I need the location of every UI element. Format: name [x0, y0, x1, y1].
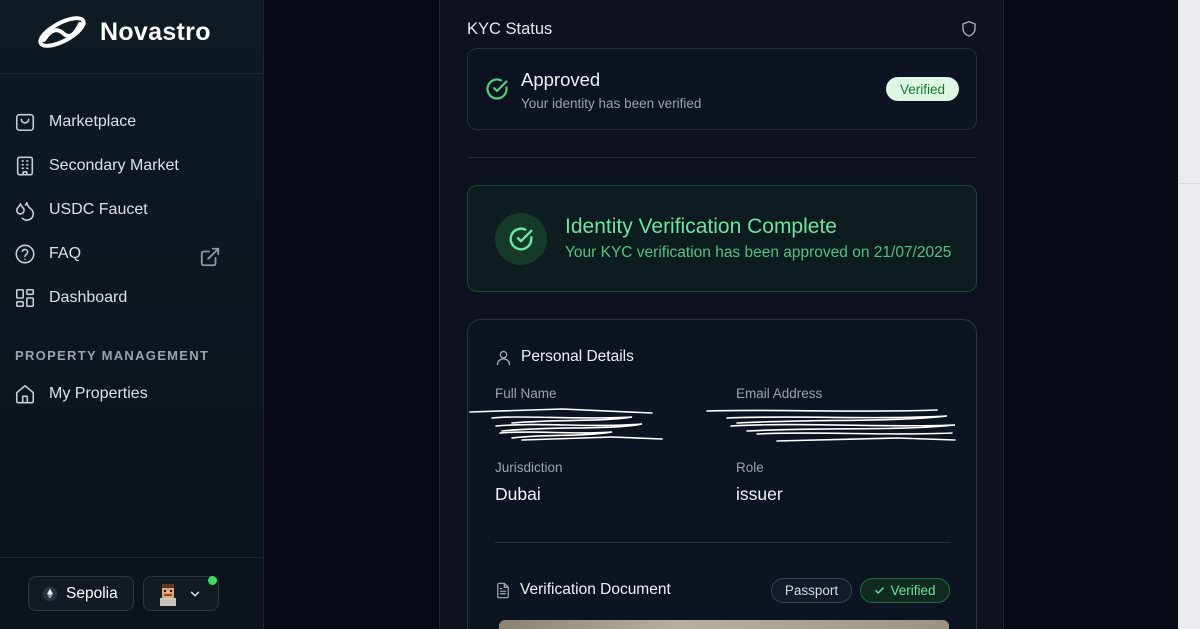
file-text-icon [497, 582, 509, 598]
droplets-icon [15, 201, 35, 221]
check-circle-icon [486, 78, 508, 100]
sidebar-item-my-properties[interactable]: My Properties [0, 372, 264, 416]
shield-icon [962, 20, 976, 37]
redacted-full-name [469, 408, 663, 441]
status-subtitle: Your identity has been verified [521, 96, 702, 111]
user-icon [496, 350, 511, 365]
shopping-bag-icon [15, 113, 35, 132]
details-divider [495, 542, 951, 543]
sidebar: Novastro Marketplace Secondary Market US… [0, 0, 264, 629]
document-status-badge: Verified [860, 578, 950, 603]
sidebar-item-label: FAQ [49, 245, 82, 262]
sidebar-item-label: Secondary Market [49, 157, 179, 174]
section-divider [467, 157, 977, 158]
sidebar-item-secondary-market[interactable]: Secondary Market [0, 144, 264, 188]
document-status-label: Verified [890, 583, 936, 598]
role-value: issuer [736, 484, 783, 504]
online-status-dot [208, 576, 217, 585]
sidebar-item-faq[interactable]: FAQ [0, 232, 264, 276]
chevron-down-icon [190, 591, 200, 596]
brand-divider [0, 73, 263, 74]
verification-document-header: Verification Document [495, 581, 671, 599]
sidebar-item-dashboard[interactable]: Dashboard [0, 276, 264, 320]
sidebar-item-label: USDC Faucet [49, 201, 148, 218]
document-type-badge: Passport [771, 578, 852, 603]
sidebar-item-usdc-faucet[interactable]: USDC Faucet [0, 188, 264, 232]
check-circle-icon [509, 227, 533, 251]
sidebar-item-label: My Properties [49, 385, 148, 402]
background-window-edge [1178, 0, 1200, 629]
check-icon [875, 587, 885, 594]
network-label: Sepolia [66, 584, 118, 602]
kyc-status-title: KYC Status [467, 20, 553, 38]
home-icon [15, 384, 35, 404]
background-divider [1178, 183, 1200, 184]
layout-grid-icon [15, 288, 35, 308]
sidebar-item-label: Dashboard [49, 289, 128, 306]
personal-details-card: Personal Details Full Name Email Address… [467, 319, 977, 629]
jurisdiction-label: Jurisdiction [495, 460, 563, 475]
avatar [156, 581, 180, 606]
verification-complete-title: Identity Verification Complete [565, 215, 837, 238]
building-icon [16, 156, 34, 176]
kyc-panel: KYC Status Approved Your identity has be… [439, 0, 1004, 629]
document-preview-image[interactable] [499, 620, 949, 629]
verification-document-title: Verification Document [520, 581, 671, 598]
network-selector-button[interactable]: Sepolia [28, 576, 134, 611]
account-menu-button[interactable] [143, 576, 219, 611]
redacted-email-address [706, 409, 956, 442]
email-address-label: Email Address [736, 386, 823, 401]
sidebar-item-label: Marketplace [49, 113, 137, 130]
main-nav: Marketplace Secondary Market USDC Faucet… [0, 100, 264, 320]
role-label: Role [736, 460, 764, 475]
personal-details-header: Personal Details [495, 348, 634, 366]
nav-section-title: PROPERTY MANAGEMENT [15, 348, 210, 363]
verification-complete-subtitle: Your KYC verification has been approved … [565, 244, 952, 261]
jurisdiction-value: Dubai [495, 484, 541, 504]
ethereum-icon [42, 586, 58, 601]
novastro-logo-icon [38, 16, 86, 48]
verification-complete-banner: Identity Verification Complete Your KYC … [467, 185, 977, 292]
property-nav: My Properties [0, 372, 264, 416]
help-circle-icon [15, 244, 35, 264]
footer-divider [0, 557, 263, 558]
status-badge: Verified [886, 77, 959, 101]
brand[interactable]: Novastro [34, 10, 211, 54]
external-link-icon [200, 247, 220, 267]
brand-name: Novastro [100, 17, 211, 46]
personal-details-title: Personal Details [521, 348, 634, 365]
full-name-label: Full Name [495, 386, 557, 401]
verification-icon-badge [495, 213, 547, 265]
status-title: Approved [521, 69, 601, 90]
sidebar-item-marketplace[interactable]: Marketplace [0, 100, 264, 144]
kyc-status-card: Approved Your identity has been verified… [467, 48, 977, 130]
